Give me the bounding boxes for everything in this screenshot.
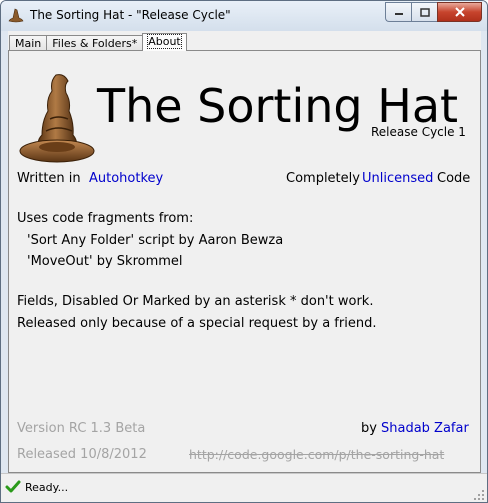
fragment-sort-any-folder: 'Sort Any Folder' script by Aaron Bewza bbox=[27, 233, 284, 248]
release-label: Release Cycle 1 bbox=[371, 125, 466, 139]
app-window: The Sorting Hat - "Release Cycle" Main F… bbox=[0, 0, 488, 503]
tab-files-folders[interactable]: Files & Folders* bbox=[46, 35, 144, 51]
project-url-link[interactable]: http://code.google.com/p/the-sorting-hat bbox=[189, 447, 444, 462]
minimize-icon bbox=[394, 13, 403, 15]
maximize-icon bbox=[419, 7, 430, 17]
tab-about-label: About bbox=[147, 34, 182, 49]
author-prefix: by bbox=[361, 421, 377, 436]
title-bar[interactable]: The Sorting Hat - "Release Cycle" bbox=[1, 1, 487, 31]
autohotkey-link[interactable]: Autohotkey bbox=[89, 171, 163, 186]
client-area: Main Files & Folders* About The Sorting … bbox=[8, 31, 481, 473]
about-panel: The Sorting Hat Release Cycle 1 Written … bbox=[8, 50, 481, 473]
status-text: Ready... bbox=[25, 481, 69, 494]
released-date: Released 10/8/2012 bbox=[17, 447, 147, 462]
status-bar: Ready... bbox=[1, 473, 487, 502]
fragments-intro: Uses code fragments from: bbox=[17, 211, 194, 226]
tab-files-folders-label: Files & Folders* bbox=[52, 37, 138, 50]
maximize-button[interactable] bbox=[411, 2, 437, 22]
version-label: Version RC 1.3 Beta bbox=[17, 421, 146, 436]
close-icon bbox=[454, 7, 465, 17]
note-asterisk: Fields, Disabled Or Marked by an asteris… bbox=[17, 294, 374, 309]
window-controls bbox=[385, 2, 482, 22]
note-special-request: Released only because of a special reque… bbox=[17, 316, 377, 331]
written-in-label: Written in bbox=[17, 171, 81, 186]
tab-about[interactable]: About bbox=[142, 33, 187, 51]
author-link[interactable]: Shadab Zafar bbox=[381, 421, 469, 436]
tab-main-label: Main bbox=[15, 37, 42, 50]
sorting-hat-icon bbox=[8, 8, 24, 23]
tab-main[interactable]: Main bbox=[9, 35, 48, 51]
license-prefix: Completely bbox=[286, 171, 360, 186]
minimize-button[interactable] bbox=[385, 2, 411, 22]
resize-grip-icon[interactable] bbox=[474, 490, 485, 501]
checkmark-icon bbox=[5, 480, 21, 493]
close-button[interactable] bbox=[437, 2, 482, 22]
window-title: The Sorting Hat - "Release Cycle" bbox=[30, 8, 231, 22]
license-suffix: Code bbox=[437, 171, 471, 186]
tab-strip: Main Files & Folders* About bbox=[9, 33, 187, 51]
unlicensed-link[interactable]: Unlicensed bbox=[362, 171, 433, 186]
sorting-hat-icon bbox=[19, 74, 95, 163]
fragment-moveout: 'MoveOut' by Skrommel bbox=[27, 254, 183, 269]
